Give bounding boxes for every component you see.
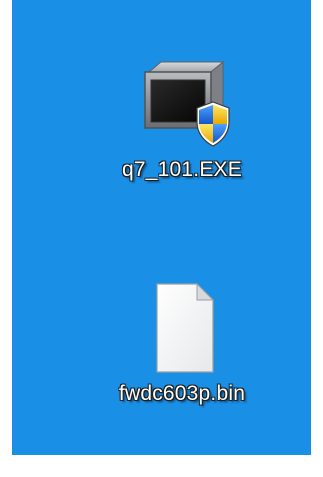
desktop-icon-q7-101-exe[interactable]: q7_101.EXE [92, 58, 272, 208]
desktop-background[interactable]: q7_101.EXE fwdc603p.bin [12, 0, 311, 455]
desktop-icon-fwdc603p-bin[interactable]: fwdc603p.bin [92, 282, 272, 432]
application-window-uac-shield-icon [144, 60, 230, 147]
desktop-icon-label: fwdc603p.bin [118, 382, 246, 405]
desktop-icon-label: q7_101.EXE [122, 158, 242, 181]
blank-document-icon [156, 282, 215, 373]
